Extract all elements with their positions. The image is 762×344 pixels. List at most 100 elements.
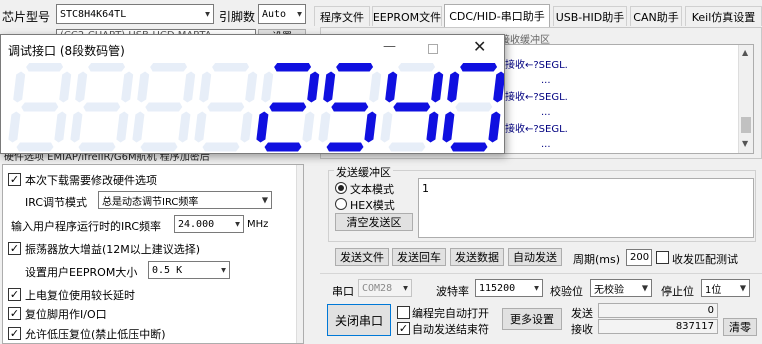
segment-f [261,71,274,103]
segment-d [78,142,116,152]
segment-d [326,142,364,152]
irc-mode-value: 总是动态调节IRC频率 [102,196,199,208]
low-voltage-reset-checkbox[interactable]: ✓ [8,327,21,340]
receive-line: 接收←?SEGL. [505,124,568,135]
segment-f [199,71,212,103]
segment-c [302,111,315,143]
segment-d [16,142,54,152]
chip-label: 芯片型号 [2,10,51,24]
segment-d [264,142,302,152]
tab-eeprom-file[interactable]: EEPROM文件 [372,6,442,26]
maximize-icon[interactable] [428,44,438,54]
chevron-down-icon: ▼ [261,195,268,205]
reset-io-checkbox[interactable]: ✓ [8,307,21,320]
more-settings-button[interactable]: 更多设置 [502,308,562,330]
send-enter-button[interactable]: 发送回车 [392,248,446,266]
close-icon[interactable]: ✕ [473,37,486,56]
send-count-value: 0 [707,305,714,316]
segment-g [269,102,307,112]
chevron-down-icon: ▼ [534,283,539,293]
receive-line: ... [541,75,551,86]
segment-g [21,102,59,112]
segment-c [426,111,439,143]
eeprom-size-select[interactable]: 0.5 K ▼ [148,261,230,279]
tab-keil-sim[interactable]: Keil仿真设置 [685,6,762,26]
segment-a [88,63,126,72]
tab-can[interactable]: CAN助手 [630,6,682,26]
send-data-button[interactable]: 发送数据 [450,248,504,266]
receive-line: 接收←?SEGL. [505,60,568,71]
auto-send-end-label: 自动发送结束符 [412,323,489,336]
low-voltage-reset-label: 允许低压复位(禁止低压中断) [25,328,166,341]
osc-gain-label: 振荡器放大增益(12M以上建议选择) [25,243,201,256]
match-test-label: 收发匹配测试 [672,253,738,266]
segment-b [245,71,258,103]
auto-send-end-checkbox[interactable]: ✓ [397,322,410,335]
irc-freq-select[interactable]: 24.000 ▼ [174,215,244,233]
tab-usb-hid[interactable]: USB-HID助手 [553,6,627,26]
clear-send-button[interactable]: 清空发送区 [335,213,413,231]
text-mode-radio[interactable] [335,182,347,194]
segment-e [380,111,393,143]
stop-bits-label: 停止位 [661,285,694,298]
irc-freq-value: 24.000 [178,218,215,230]
options-scrollbar[interactable] [296,165,303,343]
segment-g [331,102,369,112]
chip-select[interactable]: STC8H4K64TL ▼ [56,4,214,24]
segment-b [493,71,504,103]
port-select[interactable]: COM28 ▼ [358,279,412,297]
irc-mode-select[interactable]: 总是动态调节IRC频率 ▼ [98,191,272,209]
send-file-button[interactable]: 发送文件 [335,248,389,266]
baud-label: 波特率 [436,285,469,298]
recv-count-label: 接收 [571,323,593,336]
chip-value: STC8H4K64TL [60,8,127,20]
long-delay-checkbox[interactable]: ✓ [8,288,21,301]
chevron-down-icon: ▼ [297,9,302,19]
serial-divider [320,273,762,274]
segment-e [256,111,269,143]
stop-bits-select[interactable]: 1位 ▼ [701,279,750,297]
auto-open-checkbox[interactable] [397,306,410,319]
send-textbox[interactable]: 1 [418,178,754,238]
clear-count-button[interactable]: 清零 [723,318,757,336]
osc-gain-checkbox[interactable]: ✓ [8,242,21,255]
dialog-title-bar[interactable]: 调试接口 (8段数码管) — ✕ [1,35,504,63]
tab-cdc-hid-serial[interactable]: CDC/HID-串口助手 [444,4,550,27]
segment-d [140,142,178,152]
segment-e [442,111,455,143]
hex-mode-radio[interactable] [335,198,347,210]
text-mode-label: 文本模式 [350,183,394,196]
segment-a [150,63,188,72]
baud-select[interactable]: 115200 ▼ [475,279,543,297]
minimize-icon[interactable]: — [383,39,396,54]
segment-b [369,71,382,103]
scroll-down-icon[interactable]: ▼ [742,139,748,148]
segment-f [137,71,150,103]
segment-g [207,102,245,112]
baud-value: 115200 [479,282,516,294]
segment-d [388,142,426,152]
segment-e [8,111,21,143]
receive-scrollbar[interactable]: ▲ ▼ [738,45,753,153]
chevron-down-icon: ▼ [221,265,226,275]
segment-f [323,71,336,103]
tab-program-file[interactable]: 程序文件 [314,6,370,26]
scrollbar-thumb[interactable] [741,117,751,133]
reset-io-label: 复位脚用作I/O口 [25,308,107,321]
segment-c [178,111,191,143]
match-test-checkbox[interactable] [656,251,669,264]
parity-select[interactable]: 无校验 ▼ [590,279,652,297]
segment-f [385,71,398,103]
segment-f [447,71,460,103]
pin-select[interactable]: Auto ▼ [258,4,306,24]
segment-g [393,102,431,112]
period-input[interactable]: 200 [626,249,652,266]
option-modify-checkbox[interactable]: ✓ [8,173,21,186]
scroll-up-icon[interactable]: ▲ [742,48,748,57]
segment-d [202,142,240,152]
eeprom-size-label: 设置用户EEPROM大小 [25,266,138,279]
segment-c [488,111,501,143]
close-port-button[interactable]: 关闭串口 [327,304,391,336]
segment-a [398,63,436,72]
auto-send-button[interactable]: 自动发送 [508,248,562,266]
